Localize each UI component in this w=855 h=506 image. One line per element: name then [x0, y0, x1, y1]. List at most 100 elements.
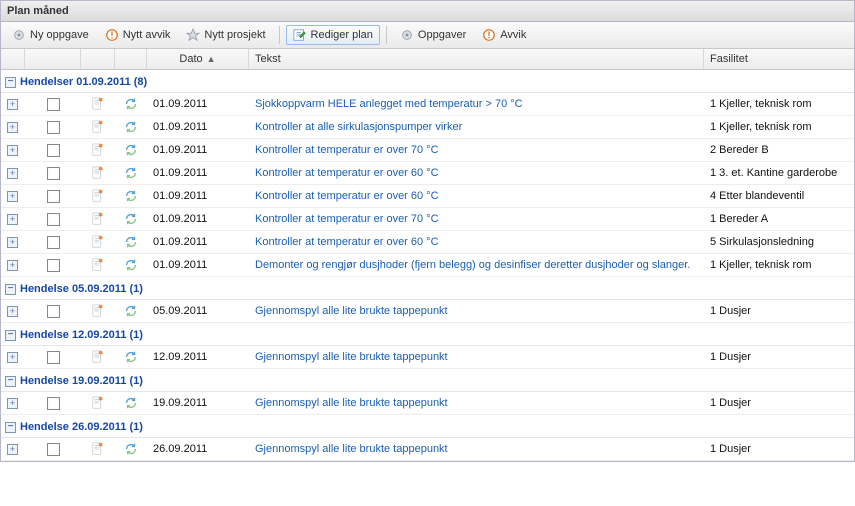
row-checkbox[interactable] [47, 167, 60, 180]
table-row: +01.09.2011 Kontroller at temperatur er o… [1, 185, 854, 208]
cell-facility: 1 Kjeller, teknisk rom [704, 257, 854, 273]
row-checkbox[interactable] [47, 397, 60, 410]
table-row: +26.09.2011Gjennomspyl alle lite brukte … [1, 438, 854, 461]
document-icon[interactable] [91, 166, 105, 180]
row-checkbox[interactable] [47, 236, 60, 249]
new-deviation-button[interactable]: Nytt avvik [98, 25, 178, 45]
cell-date: 01.09.2011 [147, 188, 249, 204]
deviations-button[interactable]: Avvik [475, 25, 533, 45]
group-title: Hendelse 05.09.2011 (1) [20, 283, 143, 295]
document-icon[interactable] [91, 396, 105, 410]
edit-plan-button[interactable]: Rediger plan [286, 25, 380, 45]
edit-icon [293, 28, 307, 42]
cell-date: 01.09.2011 [147, 165, 249, 181]
expand-icon[interactable]: + [7, 168, 18, 179]
refresh-icon[interactable] [124, 212, 138, 226]
expand-icon[interactable]: + [7, 191, 18, 202]
refresh-icon[interactable] [124, 396, 138, 410]
cell-text-link[interactable]: Gjennomspyl alle lite brukte tappepunkt [255, 305, 448, 317]
group-header[interactable]: −Hendelse 05.09.2011 (1) [1, 277, 854, 300]
refresh-icon[interactable] [124, 350, 138, 364]
row-checkbox[interactable] [47, 190, 60, 203]
collapse-icon[interactable]: − [5, 422, 16, 433]
cell-text-link[interactable]: Gjennomspyl alle lite brukte tappepunkt [255, 397, 448, 409]
collapse-icon[interactable]: − [5, 330, 16, 341]
refresh-icon[interactable] [124, 166, 138, 180]
document-icon[interactable] [91, 189, 105, 203]
group-title: Hendelse 26.09.2011 (1) [20, 421, 143, 433]
refresh-icon[interactable] [124, 304, 138, 318]
expand-icon[interactable]: + [7, 306, 18, 317]
group-header[interactable]: −Hendelser 01.09.2011 (8) [1, 70, 854, 93]
expand-icon[interactable]: + [7, 99, 18, 110]
new-task-button[interactable]: Ny oppgave [5, 25, 96, 45]
group-title: Hendelser 01.09.2011 (8) [20, 76, 147, 88]
collapse-icon[interactable]: − [5, 77, 16, 88]
expand-icon[interactable]: + [7, 214, 18, 225]
expand-icon[interactable]: + [7, 145, 18, 156]
tasks-button[interactable]: Oppgaver [393, 25, 473, 45]
column-icon1 [81, 49, 115, 69]
expand-icon[interactable]: + [7, 444, 18, 455]
document-icon[interactable] [91, 97, 105, 111]
group-header[interactable]: −Hendelse 12.09.2011 (1) [1, 323, 854, 346]
expand-icon[interactable]: + [7, 352, 18, 363]
cell-text-link[interactable]: Gjennomspyl alle lite brukte tappepunkt [255, 443, 448, 455]
document-icon[interactable] [91, 350, 105, 364]
refresh-icon[interactable] [124, 143, 138, 157]
cell-text-link[interactable]: Kontroller at alle sirkulasjonspumper vi… [255, 121, 462, 133]
column-date-label: Dato [179, 53, 202, 65]
document-icon[interactable] [91, 258, 105, 272]
refresh-icon[interactable] [124, 235, 138, 249]
column-expand [1, 49, 25, 69]
document-icon[interactable] [91, 212, 105, 226]
collapse-icon[interactable]: − [5, 284, 16, 295]
cell-text-link[interactable]: Kontroller at temperatur er over 60 °C [255, 167, 439, 179]
row-checkbox[interactable] [47, 213, 60, 226]
toolbar: Ny oppgave Nytt avvik Nytt prosjekt Redi… [1, 22, 854, 49]
row-checkbox[interactable] [47, 259, 60, 272]
group-header[interactable]: −Hendelse 19.09.2011 (1) [1, 369, 854, 392]
cell-date: 01.09.2011 [147, 234, 249, 250]
cell-text-link[interactable]: Kontroller at temperatur er over 60 °C [255, 190, 439, 202]
column-facility[interactable]: Fasilitet [704, 49, 854, 69]
refresh-icon[interactable] [124, 120, 138, 134]
panel-title: Plan måned [1, 1, 854, 22]
table-row: +01.09.2011Kontroller at temperatur er o… [1, 208, 854, 231]
row-checkbox[interactable] [47, 121, 60, 134]
cell-text-link[interactable]: Kontroller at temperatur er over 60 °C [255, 236, 439, 248]
cell-facility: 1 Dusjer [704, 303, 854, 319]
new-project-button[interactable]: Nytt prosjekt [179, 25, 272, 45]
row-checkbox[interactable] [47, 144, 60, 157]
document-icon[interactable] [91, 235, 105, 249]
refresh-icon[interactable] [124, 189, 138, 203]
expand-icon[interactable]: + [7, 237, 18, 248]
cell-text-link[interactable]: Demonter og rengjør dusjhoder (fjern bel… [255, 259, 690, 271]
expand-icon[interactable]: + [7, 398, 18, 409]
row-checkbox[interactable] [47, 305, 60, 318]
row-checkbox[interactable] [47, 443, 60, 456]
cell-text-link[interactable]: Sjokkoppvarm HELE anlegget med temperatu… [255, 98, 523, 110]
star-icon [186, 28, 200, 42]
document-icon[interactable] [91, 304, 105, 318]
expand-icon[interactable]: + [7, 260, 18, 271]
row-checkbox[interactable] [47, 351, 60, 364]
document-icon[interactable] [91, 143, 105, 157]
column-date[interactable]: Dato ▲ [147, 49, 249, 69]
expand-icon[interactable]: + [7, 122, 18, 133]
column-text[interactable]: Tekst [249, 49, 704, 69]
collapse-icon[interactable]: − [5, 376, 16, 387]
cell-text-link[interactable]: Kontroller at temperatur er over 70 °C [255, 213, 439, 225]
document-icon[interactable] [91, 120, 105, 134]
refresh-icon[interactable] [124, 442, 138, 456]
refresh-icon[interactable] [124, 97, 138, 111]
group-header[interactable]: −Hendelse 26.09.2011 (1) [1, 415, 854, 438]
cell-text-link[interactable]: Gjennomspyl alle lite brukte tappepunkt [255, 351, 448, 363]
cell-facility: 1 Dusjer [704, 349, 854, 365]
cell-text-link[interactable]: Kontroller at temperatur er over 70 °C [255, 144, 439, 156]
refresh-icon[interactable] [124, 258, 138, 272]
cell-facility: 2 Bereder B [704, 142, 854, 158]
row-checkbox[interactable] [47, 98, 60, 111]
cell-date: 01.09.2011 [147, 119, 249, 135]
document-icon[interactable] [91, 442, 105, 456]
